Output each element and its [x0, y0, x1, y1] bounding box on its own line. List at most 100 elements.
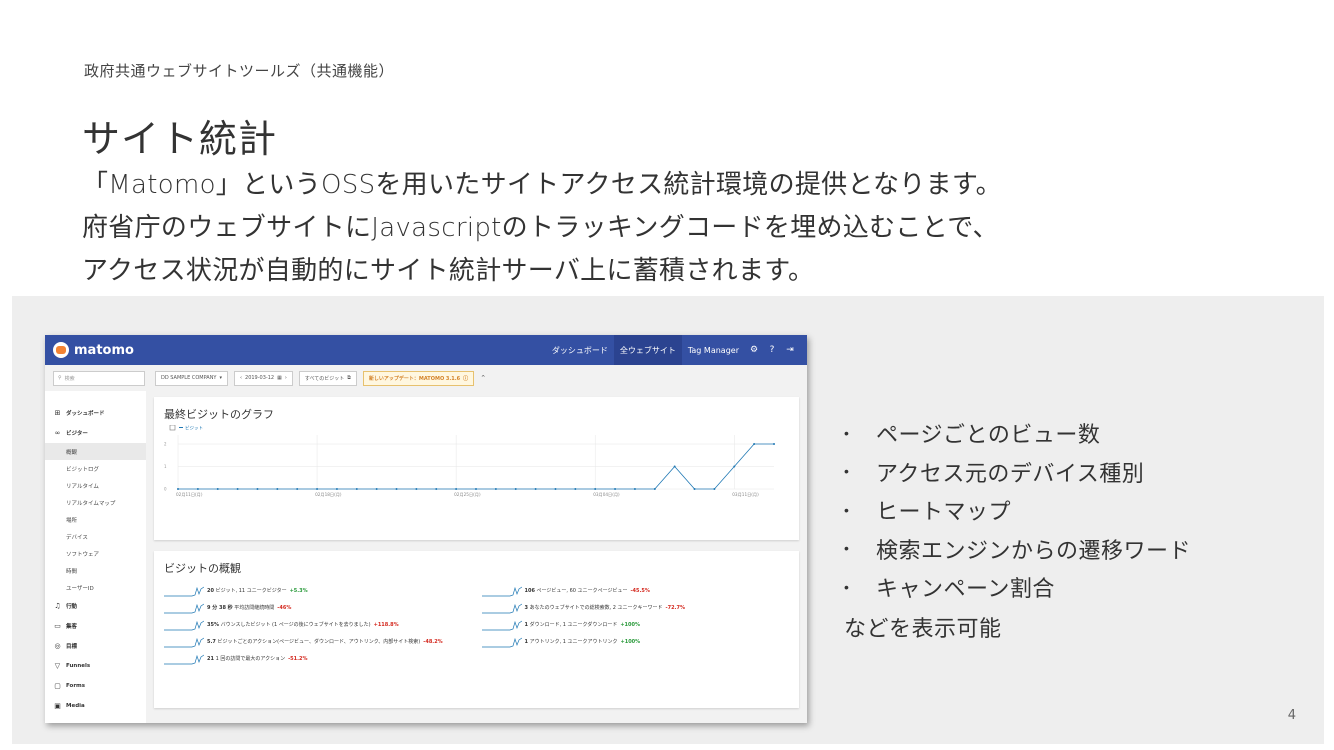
metric-value: 3: [524, 605, 528, 611]
data-point: [355, 488, 358, 490]
y-tick-label: 2: [164, 442, 167, 447]
data-point: [455, 488, 458, 490]
metric-text: 9 分 38 秒 平均訪問継続時間 -46%: [207, 602, 291, 612]
update-notice[interactable]: 新しいアップデート：MATOMO 3.1.6 ⓘ: [362, 370, 475, 386]
sidebar-subitem[interactable]: リアルタイムマップ: [45, 494, 146, 511]
matomo-logo-text: matomo: [74, 342, 134, 358]
sidebar-item-dashboard[interactable]: ⊞ ダッシュボード: [45, 403, 146, 423]
sidebar-subitem[interactable]: ビジットログ: [45, 460, 146, 477]
nav-all-websites[interactable]: 全ウェブサイト: [613, 335, 682, 365]
sparkline: [164, 637, 204, 648]
next-period-icon[interactable]: ›: [285, 375, 287, 381]
metric-label: 平均訪問継続時間: [234, 605, 275, 611]
segment-selector[interactable]: すべてのビジット ⧉: [298, 370, 357, 386]
segment-label: すべてのビジット: [304, 375, 345, 382]
data-point: [256, 488, 259, 490]
sidebar-item-group[interactable]: ▢ Forms: [45, 676, 146, 696]
sidebar-item-group[interactable]: ▭ 集客: [45, 616, 146, 636]
sidebar-item-group[interactable]: ▣ Media: [45, 696, 146, 716]
metric-label: 1 回の訪問で最大のアクション: [215, 656, 286, 662]
feature-list: • ページごとのビュー数 • アクセス元のデバイス種別 • ヒートマップ • 検索エンジンから…: [842, 414, 1191, 607]
sidebar-subitem[interactable]: リアルタイム: [45, 477, 146, 494]
x-tick-label: 03月11日(月): [732, 492, 759, 498]
sidebar-subitem[interactable]: ソフトウェア: [45, 545, 146, 562]
dashboard-icon: ⊞: [54, 409, 61, 417]
sidebar-item-group[interactable]: ▽ Funnels: [45, 656, 146, 676]
date-label: 2019-03-12: [245, 375, 275, 381]
sparkline: [164, 654, 204, 665]
data-point: [296, 488, 299, 490]
intro-line: アクセス状況が自動的にサイト統計サーバ上に蓄積されます。: [82, 256, 815, 286]
data-point: [574, 488, 577, 490]
matomo-sidebar: ⊞ ダッシュボード ∞ ビジター 概観 ビジットログ リアルタイム リアルタイムマップ…: [45, 391, 146, 723]
visitor-submenu: 概観 ビジットログ リアルタイム リアルタイムマップ 場所 デバイス ソフトウェア 時間 ユーザ…: [45, 443, 146, 596]
metric-text: 3 あなたのウェブサイトでの総検索数, 2 ユニークキーワード -72.7%: [525, 602, 685, 612]
data-point: [773, 443, 775, 445]
metric-value: 35%: [207, 622, 219, 628]
matomo-logo-icon: [53, 342, 69, 358]
overview-right-column: 106 ページビュー, 60 ユニークページビュー -45.5% 3 あなたのウェブ…: [481, 585, 790, 670]
data-point: [713, 488, 716, 490]
sidebar-subitem[interactable]: 概観: [45, 443, 146, 460]
metric-value: 9 分 38 秒: [207, 605, 233, 611]
feature-list-item-label: ヒートマップ: [876, 500, 1012, 526]
behaviour-icon: ♫: [54, 602, 61, 610]
collapse-icon[interactable]: ⌃: [480, 374, 486, 382]
data-point: [594, 488, 597, 490]
data-point: [196, 488, 199, 490]
evolution-graph: ビジット 0 1 2 02月11日(月) 02月18日(月) 02月25日(月) 03月04日…: [164, 425, 775, 498]
sidebar-item-visitors[interactable]: ∞ ビジター: [45, 423, 146, 443]
site-selector-label: DD SAMPLE COMPANY: [161, 375, 217, 381]
feature-list-item-label: アクセス元のデバイス種別: [876, 461, 1145, 487]
metric-text: 35% バウンスしたビジット (1 ページの後にウェブサイトを去りました) +11…: [207, 619, 399, 629]
overview-metric: 35% バウンスしたビジット (1 ページの後にウェブサイトを去りました) +11…: [164, 619, 472, 636]
sidebar-item-label: Forms: [66, 683, 86, 689]
overview-metric: 20 ビジット, 11 ユニークビジター +5.3%: [164, 585, 472, 602]
metric-text: 20 ビジット, 11 ユニークビジター +5.3%: [207, 585, 308, 595]
metric-change: -48.2%: [423, 639, 443, 645]
sidebar-item-label: ダッシュボード: [66, 411, 105, 417]
search-icon: ⚲: [58, 375, 62, 381]
help-icon[interactable]: ?: [763, 345, 781, 355]
sidebar-item-group[interactable]: ♫ 行動: [45, 596, 146, 616]
search-input[interactable]: ⚲ 検索: [53, 370, 145, 386]
update-label: 新しいアップデート：MATOMO 3.1.6: [368, 375, 461, 382]
metric-value: 21: [207, 656, 214, 662]
metric-value: 106: [524, 588, 535, 594]
sparkline: [164, 620, 204, 631]
date-selector[interactable]: ‹ 2019-03-12 ▦ ›: [234, 370, 293, 386]
nav-tag-manager[interactable]: Tag Manager: [682, 335, 745, 365]
metric-change: +118.8%: [373, 622, 399, 628]
funnel-icon: ▽: [54, 662, 61, 670]
overview-metric: 9 分 38 秒 平均訪問継続時間 -46%: [164, 602, 472, 619]
data-point: [316, 488, 319, 490]
sidebar-subitem[interactable]: デバイス: [45, 528, 146, 545]
bullet-icon: •: [844, 425, 850, 442]
prev-period-icon[interactable]: ‹: [240, 375, 242, 381]
overview-metric: 5.7 ビジットごとのアクション(ページビュー、ダウンロード、アウトリンク、内部…: [164, 636, 472, 653]
nav-dashboard[interactable]: ダッシュボード: [546, 335, 614, 365]
matomo-logo[interactable]: matomo: [53, 342, 134, 358]
sidebar-subitem[interactable]: 場所: [45, 511, 146, 528]
metric-value: 20: [207, 588, 214, 594]
sidebar-item-group[interactable]: ◎ 目標: [45, 636, 146, 656]
intro-line: 「Matomo」というOSSを用いたサイトアクセス統計環境の提供となります。: [82, 170, 1002, 200]
data-point: [335, 488, 338, 490]
acquisition-icon: ▭: [54, 622, 61, 630]
gear-icon[interactable]: ⚙: [745, 345, 763, 355]
feature-list-item-label: 検索エンジンからの遷移ワード: [876, 538, 1192, 564]
slide-header: 政府共通ウェブサイトツールズ（共通機能）: [84, 60, 394, 81]
metric-label: ビジット, 11 ユニークビジター: [215, 588, 287, 594]
media-icon: ▣: [54, 702, 61, 710]
x-tick-label: 02月25日(月): [454, 492, 481, 498]
evolution-graph-card: 最終ビジットのグラフ ビジット 0 1 2 02月11日(月) 02月18日(月) 02月2…: [154, 397, 799, 540]
metric-value: 5.7: [207, 639, 216, 645]
logout-icon[interactable]: ⇥: [781, 345, 799, 355]
goals-icon: ◎: [54, 642, 61, 650]
sidebar-subitem[interactable]: 時間: [45, 562, 146, 579]
metric-change: -72.7%: [665, 605, 685, 611]
data-point: [514, 488, 517, 490]
data-point: [236, 488, 239, 490]
site-selector[interactable]: DD SAMPLE COMPANY ▾: [155, 370, 229, 386]
sidebar-subitem[interactable]: ユーザーID: [45, 579, 146, 596]
